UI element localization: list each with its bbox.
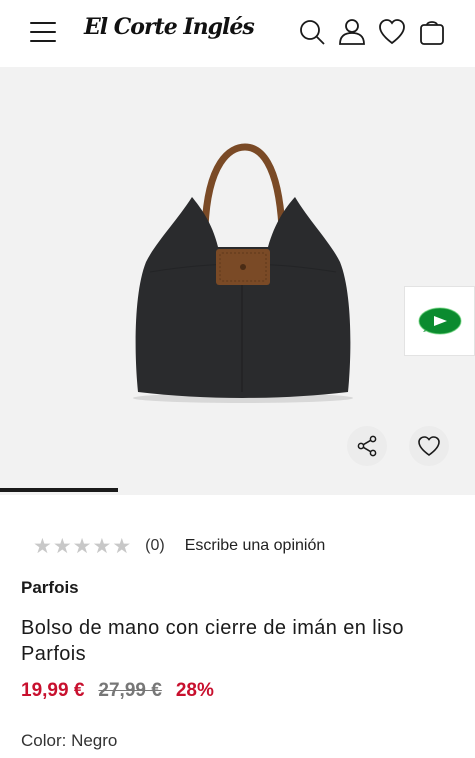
rating-row: ★ ★ ★ ★ ★ (0) Escribe una opinión	[33, 535, 325, 557]
review-count: (0)	[145, 537, 165, 554]
share-icon	[357, 435, 377, 457]
heart-icon	[418, 436, 440, 456]
header: El Corte Inglés	[0, 0, 475, 67]
product-image-gallery[interactable]	[0, 67, 475, 495]
search-icon[interactable]	[298, 18, 326, 46]
star-icon: ★	[92, 534, 112, 558]
logo[interactable]: El Corte Inglés	[84, 14, 255, 40]
current-price: 19,99 €	[21, 680, 85, 701]
chat-launcher-button[interactable]	[404, 286, 475, 356]
price-row: 19,99 € 27,99 € 28%	[21, 680, 214, 702]
product-image	[133, 143, 353, 403]
product-title: Bolso de mano con cierre de imán en liso…	[21, 617, 404, 665]
share-button[interactable]	[347, 426, 387, 466]
color-label: Color: Negro	[21, 731, 118, 750]
play-icon	[417, 307, 462, 335]
star-icon: ★	[112, 534, 132, 558]
star-icon: ★	[33, 534, 52, 558]
write-review-link[interactable]: Escribe una opinión	[185, 537, 326, 555]
heart-icon[interactable]	[378, 18, 406, 46]
original-price: 27,99 €	[98, 680, 162, 701]
discount-badge: 28%	[175, 680, 214, 701]
gallery-progress-fill	[0, 488, 118, 492]
star-icon: ★	[72, 534, 92, 558]
user-icon[interactable]	[338, 18, 366, 46]
menu-icon[interactable]	[30, 22, 56, 42]
wishlist-button[interactable]	[409, 426, 449, 466]
shopping-bag-icon[interactable]	[418, 18, 446, 46]
rating-stars: ★ ★ ★ ★ ★	[33, 535, 131, 557]
star-icon: ★	[52, 534, 72, 558]
gallery-progress	[0, 488, 475, 492]
product-brand[interactable]: Parfois	[21, 578, 79, 598]
